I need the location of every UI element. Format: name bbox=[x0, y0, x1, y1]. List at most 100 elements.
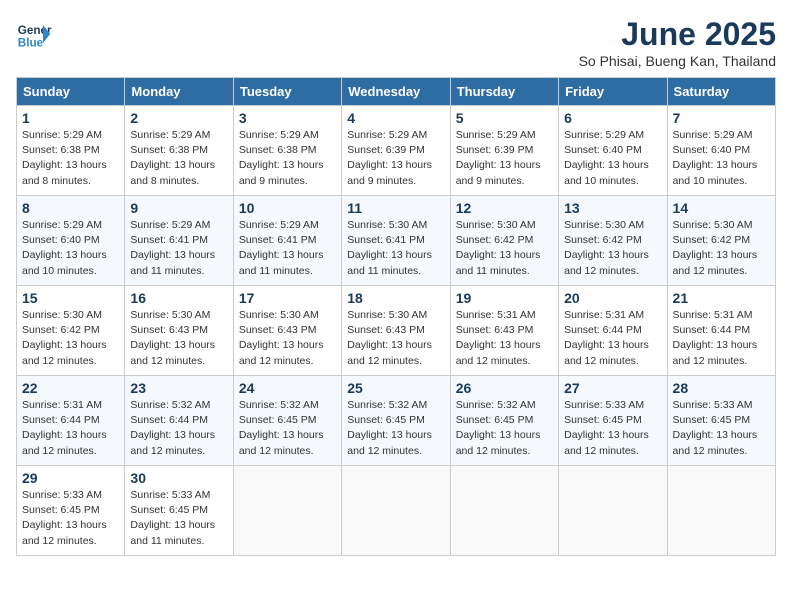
day-number: 16 bbox=[130, 290, 227, 306]
calendar-cell: 27 Sunrise: 5:33 AM Sunset: 6:45 PM Dayl… bbox=[559, 376, 667, 466]
day-detail: Sunrise: 5:33 AM Sunset: 6:45 PM Dayligh… bbox=[564, 398, 661, 459]
calendar-cell: 17 Sunrise: 5:30 AM Sunset: 6:43 PM Dayl… bbox=[233, 286, 341, 376]
day-number: 19 bbox=[456, 290, 553, 306]
calendar-cell bbox=[342, 466, 450, 556]
day-number: 20 bbox=[564, 290, 661, 306]
day-number: 3 bbox=[239, 110, 336, 126]
day-detail: Sunrise: 5:30 AM Sunset: 6:42 PM Dayligh… bbox=[22, 308, 119, 369]
calendar-cell: 8 Sunrise: 5:29 AM Sunset: 6:40 PM Dayli… bbox=[17, 196, 125, 286]
day-detail: Sunrise: 5:30 AM Sunset: 6:43 PM Dayligh… bbox=[239, 308, 336, 369]
page-header: General Blue June 2025 So Phisai, Bueng … bbox=[16, 16, 776, 69]
calendar-cell: 11 Sunrise: 5:30 AM Sunset: 6:41 PM Dayl… bbox=[342, 196, 450, 286]
day-number: 24 bbox=[239, 380, 336, 396]
day-number: 8 bbox=[22, 200, 119, 216]
calendar-cell bbox=[233, 466, 341, 556]
day-number: 29 bbox=[22, 470, 119, 486]
calendar-cell: 21 Sunrise: 5:31 AM Sunset: 6:44 PM Dayl… bbox=[667, 286, 775, 376]
day-detail: Sunrise: 5:29 AM Sunset: 6:40 PM Dayligh… bbox=[22, 218, 119, 279]
day-detail: Sunrise: 5:29 AM Sunset: 6:40 PM Dayligh… bbox=[673, 128, 770, 189]
calendar-week-row: 1 Sunrise: 5:29 AM Sunset: 6:38 PM Dayli… bbox=[17, 106, 776, 196]
calendar-cell bbox=[559, 466, 667, 556]
calendar-cell: 25 Sunrise: 5:32 AM Sunset: 6:45 PM Dayl… bbox=[342, 376, 450, 466]
calendar-cell: 23 Sunrise: 5:32 AM Sunset: 6:44 PM Dayl… bbox=[125, 376, 233, 466]
day-number: 12 bbox=[456, 200, 553, 216]
calendar-cell: 30 Sunrise: 5:33 AM Sunset: 6:45 PM Dayl… bbox=[125, 466, 233, 556]
column-header-monday: Monday bbox=[125, 78, 233, 106]
day-detail: Sunrise: 5:29 AM Sunset: 6:39 PM Dayligh… bbox=[347, 128, 444, 189]
calendar-cell: 22 Sunrise: 5:31 AM Sunset: 6:44 PM Dayl… bbox=[17, 376, 125, 466]
day-number: 28 bbox=[673, 380, 770, 396]
day-number: 30 bbox=[130, 470, 227, 486]
day-detail: Sunrise: 5:31 AM Sunset: 6:44 PM Dayligh… bbox=[673, 308, 770, 369]
day-number: 1 bbox=[22, 110, 119, 126]
calendar-cell: 9 Sunrise: 5:29 AM Sunset: 6:41 PM Dayli… bbox=[125, 196, 233, 286]
day-number: 21 bbox=[673, 290, 770, 306]
calendar-cell: 19 Sunrise: 5:31 AM Sunset: 6:43 PM Dayl… bbox=[450, 286, 558, 376]
calendar-cell: 28 Sunrise: 5:33 AM Sunset: 6:45 PM Dayl… bbox=[667, 376, 775, 466]
calendar-week-row: 8 Sunrise: 5:29 AM Sunset: 6:40 PM Dayli… bbox=[17, 196, 776, 286]
day-detail: Sunrise: 5:30 AM Sunset: 6:42 PM Dayligh… bbox=[673, 218, 770, 279]
day-detail: Sunrise: 5:32 AM Sunset: 6:45 PM Dayligh… bbox=[347, 398, 444, 459]
day-detail: Sunrise: 5:29 AM Sunset: 6:40 PM Dayligh… bbox=[564, 128, 661, 189]
day-number: 23 bbox=[130, 380, 227, 396]
day-number: 5 bbox=[456, 110, 553, 126]
day-detail: Sunrise: 5:33 AM Sunset: 6:45 PM Dayligh… bbox=[673, 398, 770, 459]
calendar-cell: 26 Sunrise: 5:32 AM Sunset: 6:45 PM Dayl… bbox=[450, 376, 558, 466]
month-title: June 2025 bbox=[579, 16, 776, 53]
day-number: 9 bbox=[130, 200, 227, 216]
day-number: 27 bbox=[564, 380, 661, 396]
day-detail: Sunrise: 5:33 AM Sunset: 6:45 PM Dayligh… bbox=[130, 488, 227, 549]
day-number: 25 bbox=[347, 380, 444, 396]
calendar-cell: 12 Sunrise: 5:30 AM Sunset: 6:42 PM Dayl… bbox=[450, 196, 558, 286]
day-number: 6 bbox=[564, 110, 661, 126]
day-number: 26 bbox=[456, 380, 553, 396]
logo-icon: General Blue bbox=[16, 16, 52, 52]
day-detail: Sunrise: 5:29 AM Sunset: 6:38 PM Dayligh… bbox=[239, 128, 336, 189]
calendar-cell bbox=[667, 466, 775, 556]
day-detail: Sunrise: 5:33 AM Sunset: 6:45 PM Dayligh… bbox=[22, 488, 119, 549]
calendar-cell: 2 Sunrise: 5:29 AM Sunset: 6:38 PM Dayli… bbox=[125, 106, 233, 196]
calendar-week-row: 22 Sunrise: 5:31 AM Sunset: 6:44 PM Dayl… bbox=[17, 376, 776, 466]
calendar-cell: 4 Sunrise: 5:29 AM Sunset: 6:39 PM Dayli… bbox=[342, 106, 450, 196]
day-number: 10 bbox=[239, 200, 336, 216]
day-number: 15 bbox=[22, 290, 119, 306]
title-area: June 2025 So Phisai, Bueng Kan, Thailand bbox=[579, 16, 776, 69]
day-detail: Sunrise: 5:30 AM Sunset: 6:42 PM Dayligh… bbox=[456, 218, 553, 279]
calendar-cell: 16 Sunrise: 5:30 AM Sunset: 6:43 PM Dayl… bbox=[125, 286, 233, 376]
column-header-friday: Friday bbox=[559, 78, 667, 106]
calendar-cell: 18 Sunrise: 5:30 AM Sunset: 6:43 PM Dayl… bbox=[342, 286, 450, 376]
day-number: 11 bbox=[347, 200, 444, 216]
day-detail: Sunrise: 5:32 AM Sunset: 6:44 PM Dayligh… bbox=[130, 398, 227, 459]
day-detail: Sunrise: 5:30 AM Sunset: 6:42 PM Dayligh… bbox=[564, 218, 661, 279]
day-number: 13 bbox=[564, 200, 661, 216]
day-detail: Sunrise: 5:32 AM Sunset: 6:45 PM Dayligh… bbox=[239, 398, 336, 459]
day-detail: Sunrise: 5:29 AM Sunset: 6:41 PM Dayligh… bbox=[130, 218, 227, 279]
calendar-cell: 1 Sunrise: 5:29 AM Sunset: 6:38 PM Dayli… bbox=[17, 106, 125, 196]
day-detail: Sunrise: 5:29 AM Sunset: 6:41 PM Dayligh… bbox=[239, 218, 336, 279]
day-detail: Sunrise: 5:31 AM Sunset: 6:44 PM Dayligh… bbox=[22, 398, 119, 459]
location-subtitle: So Phisai, Bueng Kan, Thailand bbox=[579, 53, 776, 69]
calendar-cell: 15 Sunrise: 5:30 AM Sunset: 6:42 PM Dayl… bbox=[17, 286, 125, 376]
day-detail: Sunrise: 5:31 AM Sunset: 6:43 PM Dayligh… bbox=[456, 308, 553, 369]
calendar-table: SundayMondayTuesdayWednesdayThursdayFrid… bbox=[16, 77, 776, 556]
day-detail: Sunrise: 5:29 AM Sunset: 6:39 PM Dayligh… bbox=[456, 128, 553, 189]
logo: General Blue bbox=[16, 16, 52, 52]
column-header-tuesday: Tuesday bbox=[233, 78, 341, 106]
calendar-header-row: SundayMondayTuesdayWednesdayThursdayFrid… bbox=[17, 78, 776, 106]
calendar-cell: 29 Sunrise: 5:33 AM Sunset: 6:45 PM Dayl… bbox=[17, 466, 125, 556]
day-detail: Sunrise: 5:29 AM Sunset: 6:38 PM Dayligh… bbox=[22, 128, 119, 189]
day-number: 22 bbox=[22, 380, 119, 396]
day-detail: Sunrise: 5:30 AM Sunset: 6:43 PM Dayligh… bbox=[347, 308, 444, 369]
calendar-cell: 7 Sunrise: 5:29 AM Sunset: 6:40 PM Dayli… bbox=[667, 106, 775, 196]
column-header-sunday: Sunday bbox=[17, 78, 125, 106]
column-header-wednesday: Wednesday bbox=[342, 78, 450, 106]
day-detail: Sunrise: 5:32 AM Sunset: 6:45 PM Dayligh… bbox=[456, 398, 553, 459]
svg-text:Blue: Blue bbox=[18, 37, 44, 50]
calendar-cell: 13 Sunrise: 5:30 AM Sunset: 6:42 PM Dayl… bbox=[559, 196, 667, 286]
column-header-saturday: Saturday bbox=[667, 78, 775, 106]
day-detail: Sunrise: 5:31 AM Sunset: 6:44 PM Dayligh… bbox=[564, 308, 661, 369]
calendar-cell: 24 Sunrise: 5:32 AM Sunset: 6:45 PM Dayl… bbox=[233, 376, 341, 466]
day-detail: Sunrise: 5:29 AM Sunset: 6:38 PM Dayligh… bbox=[130, 128, 227, 189]
calendar-cell: 20 Sunrise: 5:31 AM Sunset: 6:44 PM Dayl… bbox=[559, 286, 667, 376]
calendar-cell: 10 Sunrise: 5:29 AM Sunset: 6:41 PM Dayl… bbox=[233, 196, 341, 286]
